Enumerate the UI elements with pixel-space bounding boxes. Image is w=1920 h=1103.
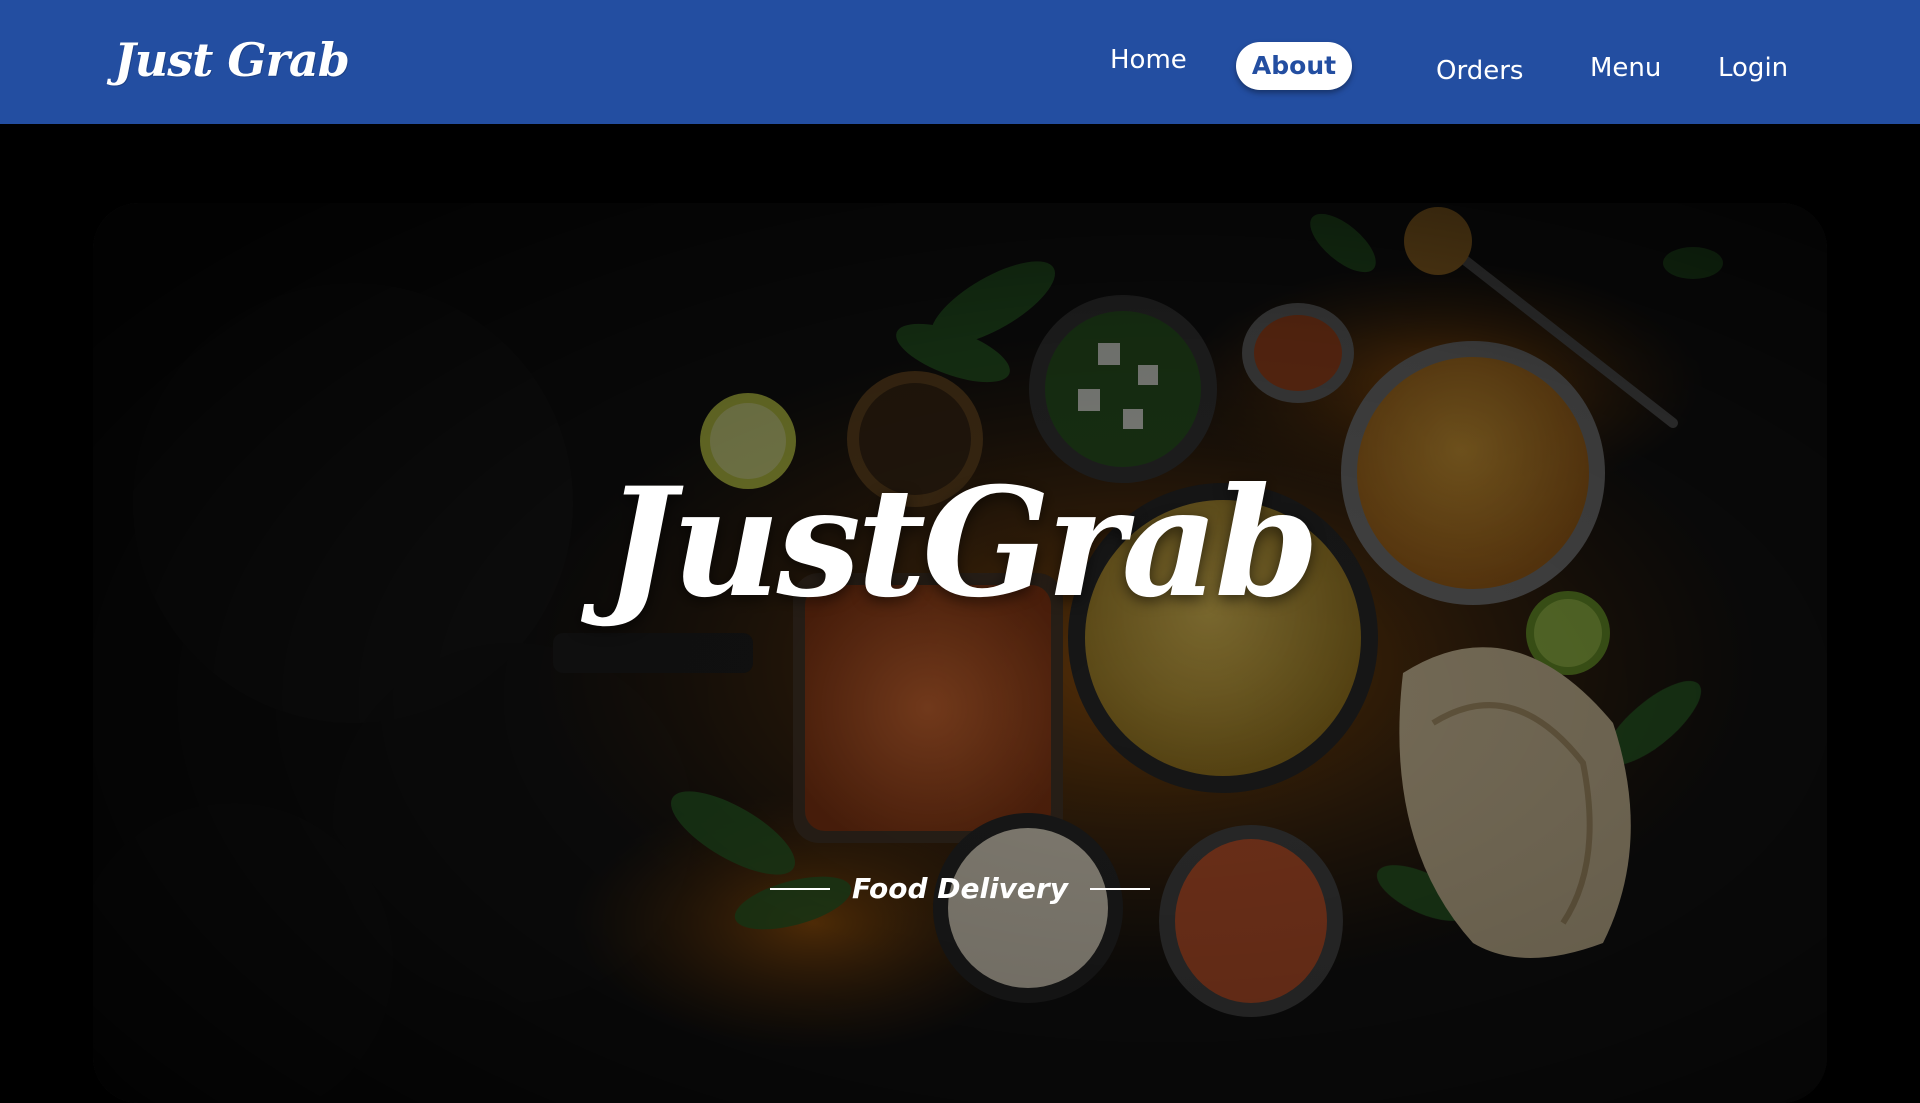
nav-menu-link[interactable]: Menu bbox=[1590, 51, 1661, 85]
right-divider-line bbox=[1089, 888, 1150, 890]
hero-title: JustGrab bbox=[604, 455, 1320, 631]
hero-subtitle-row: Food Delivery bbox=[93, 869, 1827, 909]
top-navbar: Just Grab Home About Orders Menu Login bbox=[0, 0, 1920, 124]
brand-logo[interactable]: Just Grab bbox=[114, 30, 350, 90]
nav-about-link[interactable]: About bbox=[1236, 42, 1352, 90]
hero-food-image bbox=[93, 203, 1827, 1103]
left-divider-line bbox=[770, 888, 831, 890]
nav-login-link[interactable]: Login bbox=[1718, 51, 1788, 85]
nav-orders-link[interactable]: Orders bbox=[1436, 54, 1523, 88]
hero-subtitle: Food Delivery bbox=[852, 872, 1068, 905]
nav-home-link[interactable]: Home bbox=[1110, 43, 1187, 77]
hero-banner: JustGrab Food Delivery bbox=[93, 203, 1827, 1103]
